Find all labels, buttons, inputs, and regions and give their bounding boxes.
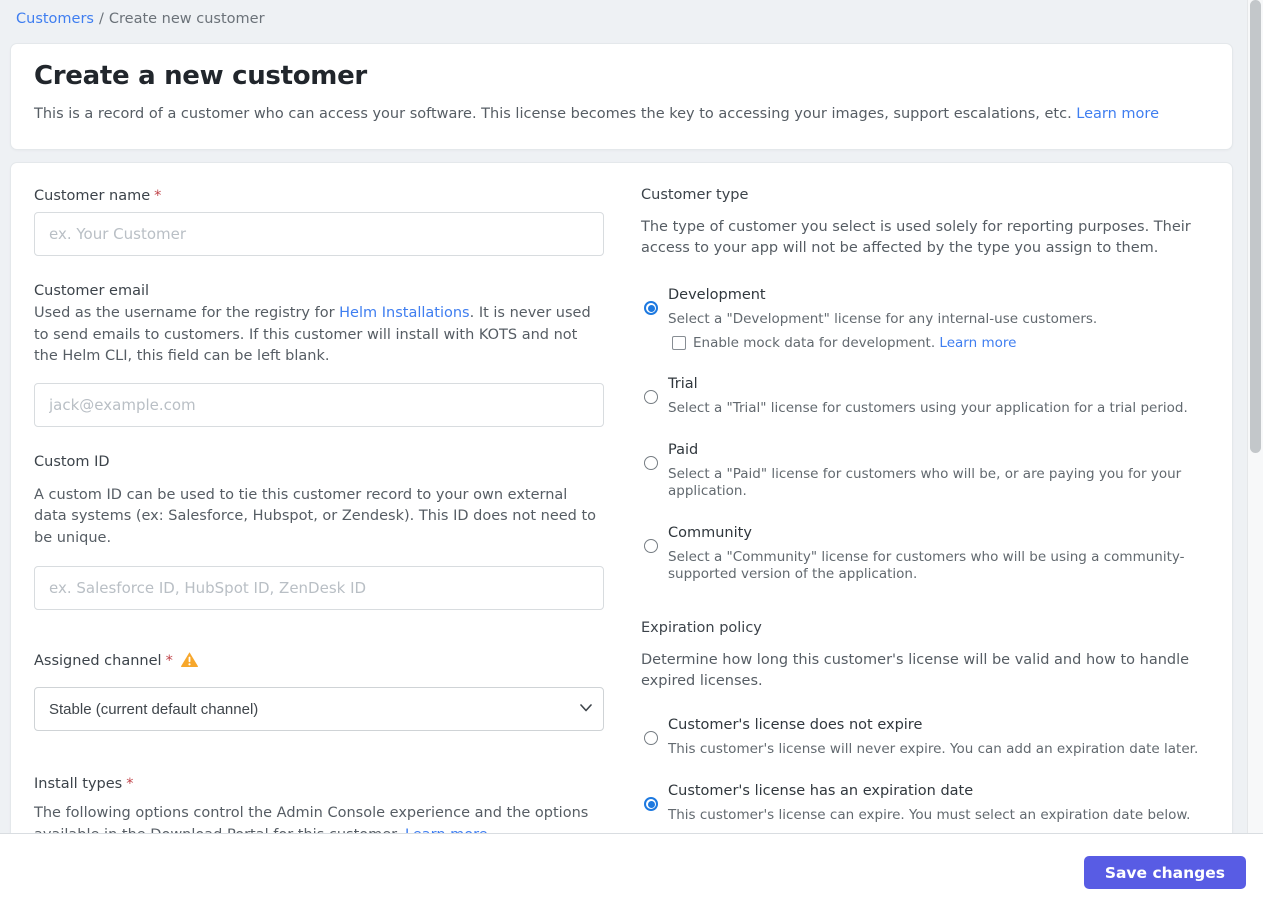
custom-id-label: Custom ID bbox=[34, 453, 110, 470]
customer-email-input[interactable] bbox=[34, 382, 604, 427]
mock-data-checkbox[interactable] bbox=[672, 336, 686, 350]
customer-email-helper-prefix: Used as the username for the registry fo… bbox=[34, 305, 340, 321]
header-learn-more-link[interactable]: Learn more bbox=[1076, 106, 1159, 122]
breadcrumb-link-customers[interactable]: Customers bbox=[16, 11, 94, 27]
option-title-development[interactable]: Development bbox=[668, 286, 1097, 304]
form-right-column: Customer type The type of customer you s… bbox=[641, 163, 1213, 846]
radio-license-does-not-expire[interactable] bbox=[644, 731, 658, 745]
mock-data-checkbox-label-text: Enable mock data for development. bbox=[693, 335, 940, 351]
customer-name-label: Customer name * bbox=[34, 187, 604, 205]
breadcrumb-current: Create new customer bbox=[108, 11, 265, 27]
radio-license-has-expiration[interactable] bbox=[644, 797, 658, 811]
expiration-option-no-expire: Customer's license does not expire This … bbox=[641, 716, 1213, 758]
page-description: This is a record of a customer who can a… bbox=[34, 104, 1199, 125]
customer-email-helper: Used as the username for the registry fo… bbox=[34, 303, 604, 368]
breadcrumb-separator: / bbox=[99, 11, 104, 27]
required-asterisk: * bbox=[165, 653, 173, 669]
expiration-option-has-date: Customer's license has an expiration dat… bbox=[641, 782, 1213, 824]
radio-paid[interactable] bbox=[644, 456, 658, 470]
mock-data-checkbox-row: Enable mock data for development. Learn … bbox=[672, 335, 1097, 351]
form-left-column: Customer name* Customer email Used as th… bbox=[34, 163, 604, 846]
customer-email-label: Customer email bbox=[34, 283, 150, 299]
option-desc-development: Select a "Development" license for any i… bbox=[668, 311, 1098, 327]
customer-type-option-trial: Trial Select a "Trial" license for custo… bbox=[641, 375, 1213, 417]
mock-data-checkbox-label: Enable mock data for development. Learn … bbox=[693, 335, 1016, 351]
install-types-label-text: Install types bbox=[34, 776, 123, 792]
page-header-card: Create a new customer This is a record o… bbox=[10, 43, 1233, 150]
assigned-channel-label: Assigned channel * bbox=[34, 651, 604, 673]
install-types-label: Install types * bbox=[34, 775, 604, 793]
customer-type-option-paid: Paid Select a "Paid" license for custome… bbox=[641, 441, 1213, 500]
customer-type-option-community: Community Select a "Community" license f… bbox=[641, 524, 1213, 583]
radio-community[interactable] bbox=[644, 539, 658, 553]
customer-type-description: The type of customer you select is used … bbox=[641, 219, 1191, 256]
form-footer-bar: Save changes bbox=[0, 833, 1263, 905]
option-title-paid[interactable]: Paid bbox=[668, 441, 1213, 459]
option-desc-trial: Select a "Trial" license for customers u… bbox=[668, 400, 1188, 416]
expiration-policy-heading: Expiration policy bbox=[641, 620, 762, 636]
expiration-policy-description: Determine how long this customer's licen… bbox=[641, 652, 1190, 689]
option-title-trial[interactable]: Trial bbox=[668, 375, 1188, 393]
page-scrollbar-track[interactable] bbox=[1247, 0, 1263, 833]
warning-icon bbox=[180, 651, 199, 673]
customer-form-card: Customer name* Customer email Used as th… bbox=[10, 162, 1233, 905]
option-title-no-expire[interactable]: Customer's license does not expire bbox=[668, 716, 1198, 734]
mock-data-learn-more-link[interactable]: Learn more bbox=[939, 335, 1016, 351]
option-desc-has-date: This customer's license can expire. You … bbox=[668, 807, 1191, 823]
save-changes-button[interactable]: Save changes bbox=[1083, 856, 1246, 889]
page-scrollbar-thumb[interactable] bbox=[1250, 0, 1261, 453]
breadcrumb: Customers / Create new customer bbox=[0, 0, 1263, 28]
customer-name-label-text: Customer name bbox=[34, 188, 151, 204]
customer-name-input[interactable] bbox=[34, 212, 604, 256]
radio-trial[interactable] bbox=[644, 390, 658, 404]
page-description-text: This is a record of a customer who can a… bbox=[34, 106, 1077, 122]
option-title-community[interactable]: Community bbox=[668, 524, 1213, 542]
option-desc-community: Select a "Community" license for custome… bbox=[668, 549, 1185, 582]
assigned-channel-label-text: Assigned channel bbox=[34, 653, 162, 669]
radio-development[interactable] bbox=[644, 301, 658, 315]
page-title: Create a new customer bbox=[34, 61, 367, 91]
custom-id-helper: A custom ID can be used to tie this cust… bbox=[34, 486, 597, 546]
customer-type-option-development: Development Select a "Development" licen… bbox=[641, 286, 1213, 351]
assigned-channel-select[interactable]: Stable (current default channel) bbox=[34, 687, 604, 731]
required-asterisk: * bbox=[126, 776, 134, 792]
helm-installations-link[interactable]: Helm Installations bbox=[339, 305, 469, 321]
custom-id-input[interactable] bbox=[34, 566, 604, 610]
option-title-has-date[interactable]: Customer's license has an expiration dat… bbox=[668, 782, 1190, 800]
customer-type-heading: Customer type bbox=[641, 187, 749, 203]
required-asterisk: * bbox=[154, 188, 162, 204]
option-desc-paid: Select a "Paid" license for customers wh… bbox=[668, 466, 1182, 499]
option-desc-no-expire: This customer's license will never expir… bbox=[668, 741, 1199, 757]
